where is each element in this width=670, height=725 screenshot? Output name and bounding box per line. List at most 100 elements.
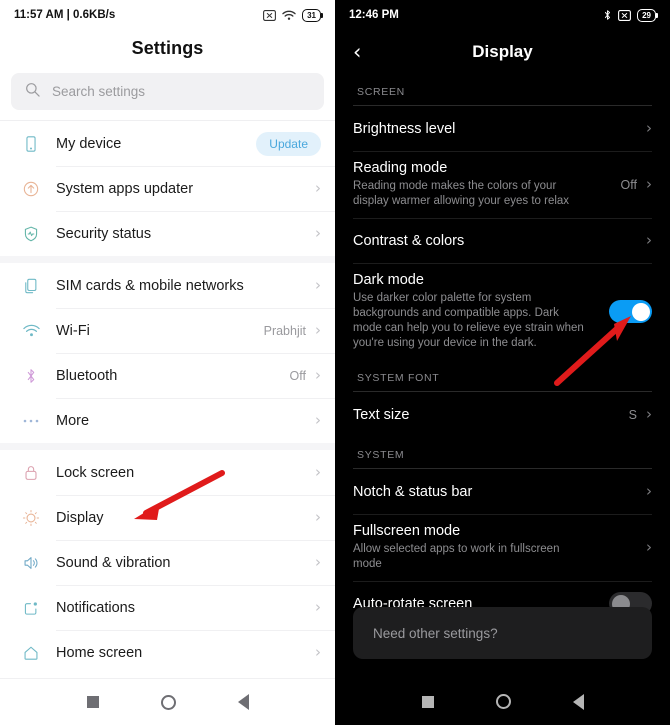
section-list-system: Notch & status bar › Fullscreen mode All… bbox=[353, 468, 652, 626]
chevron-right-icon: › bbox=[646, 119, 652, 137]
row-title: Brightness level bbox=[353, 120, 456, 137]
row-value: Off bbox=[620, 177, 637, 192]
no-sim-icon bbox=[618, 9, 632, 21]
need-other-settings-label: Need other settings? bbox=[373, 625, 498, 641]
chevron-right-icon: › bbox=[646, 231, 652, 249]
sidebar-item-security-status[interactable]: Security status › bbox=[0, 211, 335, 256]
brightness-icon bbox=[18, 509, 44, 527]
section-header-screen: SCREEN bbox=[357, 86, 405, 98]
chevron-right-icon: › bbox=[315, 411, 321, 429]
chevron-right-icon: › bbox=[315, 463, 321, 481]
more-dots-icon bbox=[18, 418, 44, 424]
lock-icon bbox=[18, 464, 44, 482]
settings-group-device: My device Update System apps updater › S… bbox=[0, 120, 335, 256]
dark-mode-toggle[interactable] bbox=[609, 300, 652, 323]
sidebar-item-wifi[interactable]: Wi-Fi Prabhjit › bbox=[0, 308, 335, 353]
chevron-right-icon: › bbox=[315, 553, 321, 571]
sidebar-item-home-screen[interactable]: Home screen › bbox=[0, 630, 335, 675]
chevron-right-icon: › bbox=[315, 508, 321, 526]
row-reading-mode[interactable]: Reading mode Reading mode makes the colo… bbox=[353, 151, 652, 218]
row-title: Notch & status bar bbox=[353, 483, 473, 500]
chevron-right-icon: › bbox=[315, 321, 321, 339]
chevron-right-icon: › bbox=[646, 175, 652, 193]
row-fullscreen-mode[interactable]: Fullscreen mode Allow selected apps to w… bbox=[353, 514, 652, 581]
sidebar-item-value: Prabhjit bbox=[263, 323, 306, 338]
row-contrast-colors[interactable]: Contrast & colors › bbox=[353, 218, 652, 263]
sidebar-item-label: Wi-Fi bbox=[56, 322, 90, 339]
row-title: Contrast & colors bbox=[353, 232, 465, 249]
row-text-size[interactable]: Text size S › bbox=[353, 392, 652, 437]
chevron-right-icon: › bbox=[646, 538, 652, 556]
recents-square-icon[interactable] bbox=[86, 696, 99, 708]
no-sim-icon bbox=[263, 9, 277, 21]
search-placeholder: Search settings bbox=[52, 84, 146, 99]
navigation-bar-right bbox=[335, 678, 670, 725]
page-title: Settings bbox=[131, 38, 204, 58]
row-brightness-level[interactable]: Brightness level › bbox=[353, 106, 652, 151]
row-title: Dark mode bbox=[353, 272, 424, 288]
sidebar-item-value: Off bbox=[289, 368, 306, 383]
recents-square-icon[interactable] bbox=[421, 695, 434, 708]
update-button[interactable]: Update bbox=[256, 131, 321, 156]
chevron-right-icon: › bbox=[646, 482, 652, 500]
row-value: S bbox=[628, 407, 637, 422]
home-circle-icon[interactable] bbox=[495, 694, 511, 709]
bluetooth-icon bbox=[603, 9, 612, 21]
status-bar-right: 12:46 PM 29 bbox=[335, 0, 670, 30]
sidebar-item-notifications[interactable]: Notifications › bbox=[0, 585, 335, 630]
chevron-right-icon: › bbox=[315, 366, 321, 384]
sidebar-item-lock-screen[interactable]: Lock screen › bbox=[0, 450, 335, 495]
sidebar-item-sound-vibration[interactable]: Sound & vibration › bbox=[0, 540, 335, 585]
speaker-icon bbox=[18, 554, 44, 572]
display-settings-screen: 12:46 PM 29 ‹ Display SCREEN Brightness … bbox=[335, 0, 670, 725]
battery-icon: 29 bbox=[637, 8, 658, 22]
navigation-bar-left bbox=[0, 678, 335, 725]
row-dark-mode[interactable]: Dark mode Use darker color palette for s… bbox=[353, 263, 652, 360]
chevron-right-icon: › bbox=[646, 405, 652, 423]
sidebar-item-my-device[interactable]: My device Update bbox=[0, 121, 335, 166]
wifi-icon bbox=[18, 323, 44, 339]
home-circle-icon[interactable] bbox=[160, 694, 176, 710]
home-icon bbox=[18, 644, 44, 662]
update-arrow-icon bbox=[18, 180, 44, 198]
row-title: Text size bbox=[353, 406, 410, 423]
row-title: Reading mode bbox=[353, 160, 448, 176]
sidebar-item-label: Home screen bbox=[56, 644, 143, 661]
status-bar-time: 11:57 AM | 0.6KB/s bbox=[14, 9, 116, 21]
toggle-knob bbox=[631, 302, 650, 321]
shield-icon bbox=[18, 225, 44, 243]
need-other-settings-card[interactable]: Need other settings? bbox=[353, 607, 652, 659]
status-bar-left: 11:57 AM | 0.6KB/s 31 bbox=[0, 0, 335, 30]
sidebar-item-display[interactable]: Display › bbox=[0, 495, 335, 540]
sidebar-item-bluetooth[interactable]: Bluetooth Off › bbox=[0, 353, 335, 398]
phone-icon bbox=[18, 135, 44, 153]
search-input[interactable]: Search settings bbox=[11, 73, 324, 110]
sidebar-item-label: Bluetooth bbox=[56, 367, 118, 384]
notification-icon bbox=[18, 599, 44, 617]
sidebar-item-label: Lock screen bbox=[56, 464, 135, 481]
settings-group-connectivity: SIM cards & mobile networks › Wi-Fi Prab… bbox=[0, 256, 335, 443]
row-subtitle: Allow selected apps to work in fullscree… bbox=[353, 543, 560, 570]
wifi-icon bbox=[282, 10, 296, 21]
sidebar-item-system-apps-updater[interactable]: System apps updater › bbox=[0, 166, 335, 211]
status-bar-time: 12:46 PM bbox=[349, 9, 399, 21]
sidebar-item-label: Notifications bbox=[56, 599, 135, 616]
sim-cards-icon bbox=[18, 277, 44, 295]
sidebar-item-label: More bbox=[56, 412, 90, 429]
display-header: ‹ Display bbox=[335, 30, 670, 74]
back-triangle-icon[interactable] bbox=[237, 694, 249, 710]
row-notch-status-bar[interactable]: Notch & status bar › bbox=[353, 469, 652, 514]
search-icon bbox=[25, 82, 40, 102]
back-button[interactable]: ‹ bbox=[353, 41, 361, 63]
settings-screen: 11:57 AM | 0.6KB/s 31 Settings Search se… bbox=[0, 0, 335, 725]
screenshot-root: 11:57 AM | 0.6KB/s 31 Settings Search se… bbox=[0, 0, 670, 725]
sidebar-item-more[interactable]: More › bbox=[0, 398, 335, 443]
bluetooth-icon bbox=[18, 367, 44, 385]
row-title: Fullscreen mode bbox=[353, 523, 461, 539]
section-list-system-font: Text size S › bbox=[353, 391, 652, 437]
sidebar-item-sim-cards[interactable]: SIM cards & mobile networks › bbox=[0, 263, 335, 308]
section-list-screen: Brightness level › Reading mode Reading … bbox=[353, 105, 652, 360]
back-triangle-icon[interactable] bbox=[572, 693, 584, 710]
section-header-system: SYSTEM bbox=[357, 449, 405, 461]
sidebar-item-label: Display bbox=[56, 509, 104, 526]
